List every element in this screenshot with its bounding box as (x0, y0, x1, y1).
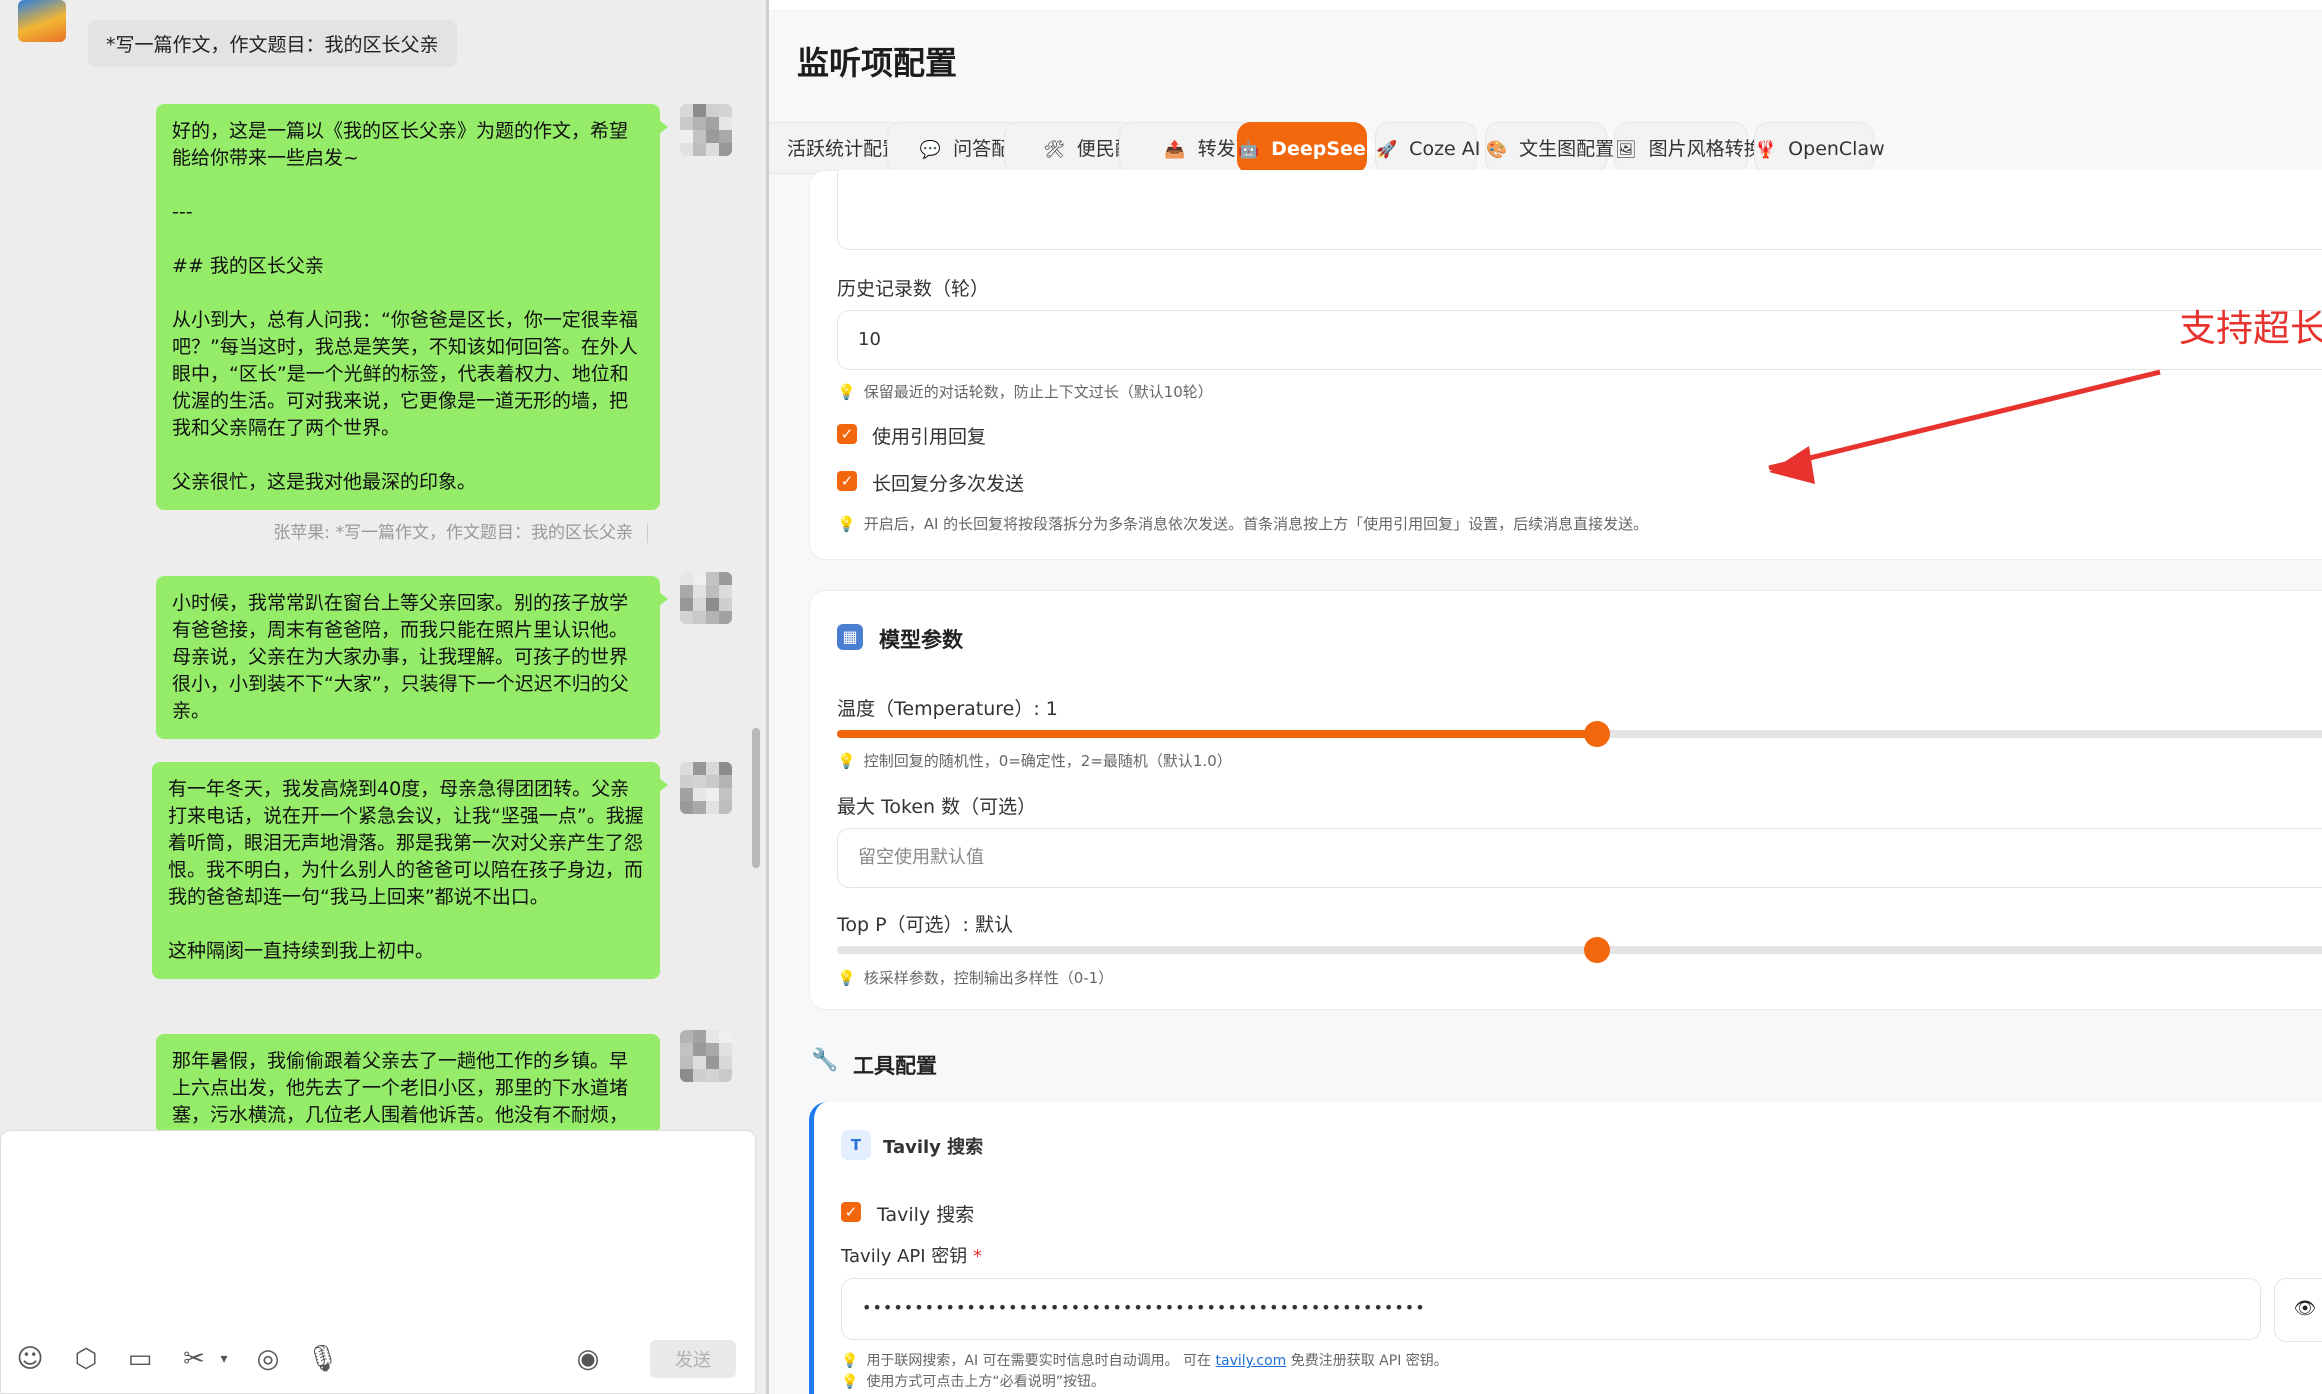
bulb-icon: 💡 (837, 969, 856, 987)
chat-bubble-2: 小时候，我常常趴在窗台上等父亲回家。别的孩子放学有爸爸接，周末有爸爸陪，而我只能… (156, 576, 668, 739)
max-token-label: 最大 Token 数（可选） (837, 796, 1037, 818)
model-section-title: 模型参数 (879, 628, 963, 652)
tools-section-title: 工具配置 (853, 1054, 937, 1078)
chat-window: *写一篇作文，作文题目：我的区长父亲 好的，这是一篇以《我的区长父亲》为题的作文… (0, 0, 766, 1394)
scissors-icon[interactable]: ✂ (178, 1343, 210, 1375)
chat-bubble-3: 有一年冬天，我发高烧到40度，母亲急得团团转。父亲打来电话，说在开一个紧急会议，… (152, 762, 668, 979)
folder-icon[interactable]: ▭ (124, 1343, 156, 1375)
incoming-message: *写一篇作文，作文题目：我的区长父亲 (88, 20, 457, 67)
temperature-label: 温度（Temperature）: 1 (837, 698, 1058, 720)
tavily-enable-label: Tavily 搜索 (877, 1204, 975, 1226)
chat-bubble-4: 那年暑假，我偷偷跟着父亲去了一趟他工作的乡镇。早上六点出发，他先去了一个老旧小区… (156, 1034, 660, 1134)
tavily-link[interactable]: tavily.com (1216, 1353, 1287, 1369)
bulb-icon: 💡 (841, 1353, 859, 1369)
chevron-down-icon[interactable]: ▾ (208, 1343, 240, 1375)
wrench-icon: 🔧 (811, 1048, 839, 1073)
temperature-thumb[interactable] (1584, 721, 1610, 747)
self-avatar[interactable] (680, 1030, 732, 1082)
settings-panel: 监听项配置 活跃统计配置 💬 问答配置 🛠 便民配置 📤 转发配置 🤖 DeepSeek AI 🚀… (769, 0, 2322, 1394)
tavily-key-input[interactable]: ••••••••••••••••••••••••••••••••••••••••… (841, 1278, 2261, 1340)
bulb-icon: 💡 (837, 752, 856, 770)
message-composer[interactable] (0, 1130, 756, 1394)
temperature-slider[interactable] (837, 721, 2322, 747)
top-p-label: Top P（可选）: 默认 (837, 914, 1014, 936)
top-p-slider[interactable] (837, 937, 2322, 963)
voice-icon[interactable]: ◉ (572, 1343, 604, 1375)
chat-bubble-1: 好的，这是一篇以《我的区长父亲》为题的作文，希望能给你带来一些启发~ --- #… (156, 104, 668, 510)
cube-icon[interactable]: ⬡ (70, 1343, 102, 1375)
temperature-hint: 💡 控制回复的随机性，0=确定性，2=最随机（默认1.0） (837, 752, 1232, 770)
eye-icon[interactable]: 👁 (2274, 1278, 2322, 1342)
chat-scrollbar[interactable] (752, 728, 760, 868)
mic-icon[interactable]: 🎙 (306, 1343, 339, 1375)
quote-reference[interactable]: 张苹果: *写一篇作文，作文题目：我的区长父亲 (273, 518, 648, 543)
top-p-hint: 💡 核采样参数，控制输出多样性（0-1） (837, 969, 1114, 987)
tavily-checkbox[interactable]: ✓ (841, 1202, 861, 1222)
grid-icon: ▦ (837, 624, 863, 650)
tavily-hint-2: 💡 使用方式可点击上方“必看说明”按钮。 (841, 1374, 1105, 1390)
self-avatar[interactable] (680, 762, 732, 814)
temperature-fill (837, 730, 1597, 738)
self-avatar[interactable] (680, 104, 732, 156)
tavily-badge: T (841, 1130, 871, 1160)
self-avatar[interactable] (680, 572, 732, 624)
max-token-input[interactable]: 留空使用默认值 (837, 828, 2322, 888)
tavily-title: Tavily 搜索 (883, 1137, 984, 1158)
send-button[interactable]: 发送 (650, 1340, 736, 1378)
tavily-key-label: Tavily API 密钥 * (841, 1246, 983, 1267)
contact-avatar[interactable] (18, 0, 66, 42)
tavily-hint-1: 💡 用于联网搜索，AI 可在需要实时信息时自动调用。 可在 tavily.com … (841, 1353, 1448, 1369)
record-icon[interactable]: ◎ (252, 1343, 284, 1375)
bulb-icon: 💡 (841, 1374, 859, 1390)
emoji-icon[interactable]: ☺ (14, 1343, 46, 1375)
top-p-thumb[interactable] (1584, 937, 1610, 963)
